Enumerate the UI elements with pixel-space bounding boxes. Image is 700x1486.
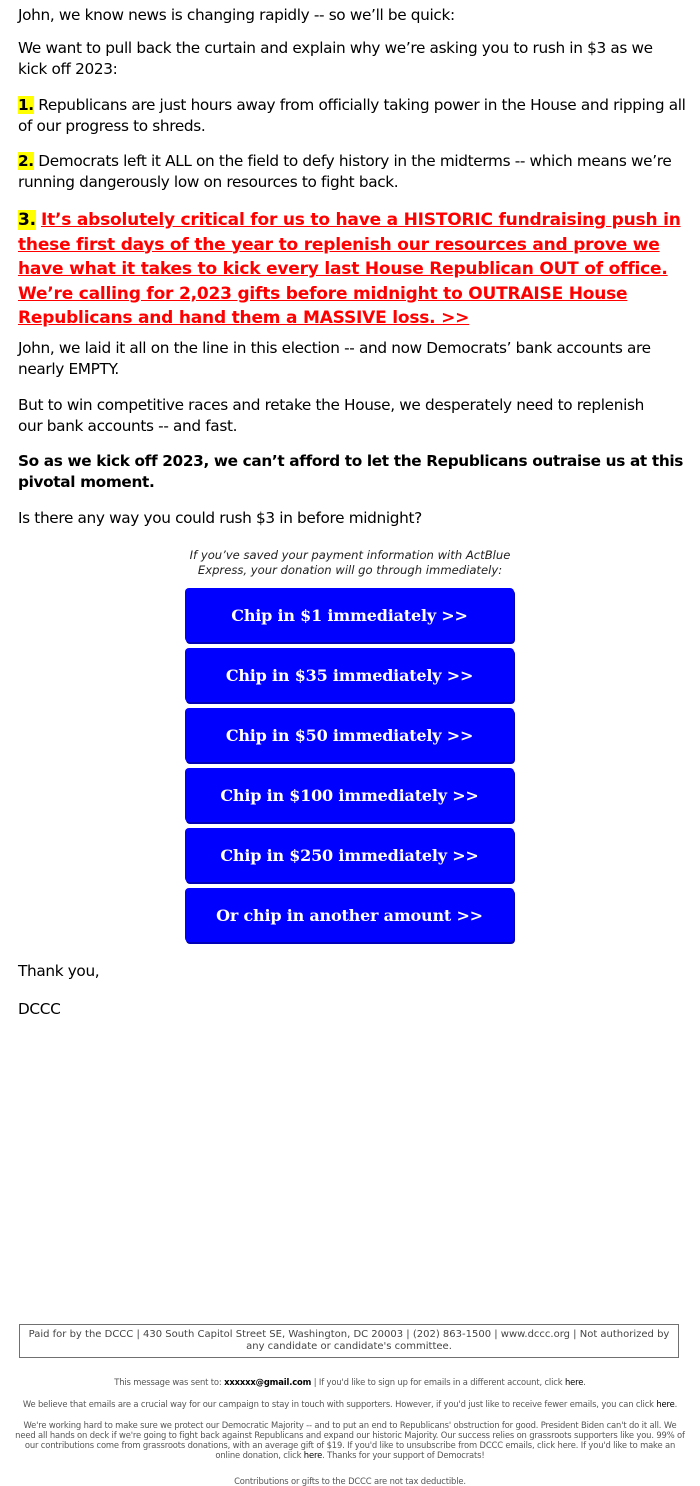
point-2-text: Democrats left it ALL on the field to de… (18, 152, 672, 191)
online-donation-here-link[interactable]: here (304, 1450, 322, 1460)
chip-in-50-button[interactable]: Chip in $50 immediately >> (185, 708, 514, 762)
donate-link[interactable]: It’s absolutely critical for us to have … (18, 210, 681, 328)
thanks-support-text: . Thanks for your support of Democrats! (322, 1450, 485, 1460)
recipient-email: xxxxxx@gmail.com (224, 1377, 312, 1387)
chip-in-1-button[interactable]: Chip in $1 immediately >> (185, 588, 514, 642)
point-3-number: 3. (18, 210, 36, 230)
tax-deductible-note: Contributions or gifts to the DCCC are n… (234, 1476, 466, 1486)
sender-name: DCCC (18, 1000, 61, 1018)
actblue-express-note: If you’ve saved your payment information… (189, 548, 511, 577)
fewer-emails-text: We believe that emails are a crucial way… (22, 1399, 657, 1409)
replenish-paragraph: But to win competitive races and retake … (18, 396, 644, 435)
thank-you: Thank you, (18, 962, 100, 980)
curtain-paragraph: We want to pull back the curtain and exp… (18, 39, 653, 78)
fewer-emails-here-link[interactable]: here (656, 1399, 674, 1409)
paid-for-disclaimer: Paid for by the DCCC | 430 South Capitol… (19, 1324, 679, 1358)
point-2-number: 2. (18, 152, 34, 170)
sent-to-label: This message was sent to: (114, 1377, 225, 1387)
chip-in-35-button[interactable]: Chip in $35 immediately >> (185, 648, 514, 702)
majority-paragraph: We're working hard to make sure we prote… (15, 1420, 685, 1460)
sent-to-line: This message was sent to: xxxxxx@gmail.c… (15, 1377, 685, 1387)
point-3: 3. It’s absolutely critical for us to ha… (18, 208, 686, 331)
bank-accounts-paragraph: John, we laid it all on the line in this… (18, 339, 651, 378)
period: . (583, 1377, 586, 1387)
sign-up-text: | If you'd like to sign up for emails in… (311, 1377, 565, 1387)
intro-paragraph: John, we know news is changing rapidly -… (18, 6, 455, 24)
period: . (674, 1399, 678, 1409)
chip-in-other-amount-button[interactable]: Or chip in another amount >> (185, 888, 514, 942)
point-1-text: Republicans are just hours away from off… (18, 96, 686, 135)
point-1-number: 1. (18, 96, 34, 114)
point-2: 2. Democrats left it ALL on the field to… (18, 151, 686, 193)
rush-question: Is there any way you could rush $3 in be… (18, 509, 422, 527)
kickoff-bold-paragraph: So as we kick off 2023, we can’t afford … (18, 452, 684, 491)
fewer-emails-line: We believe that emails are a crucial way… (15, 1399, 685, 1409)
point-1: 1. Republicans are just hours away from … (18, 95, 686, 137)
chip-in-100-button[interactable]: Chip in $100 immediately >> (185, 768, 514, 822)
chip-in-250-button[interactable]: Chip in $250 immediately >> (185, 828, 514, 882)
sign-up-here-link[interactable]: here (565, 1377, 583, 1387)
